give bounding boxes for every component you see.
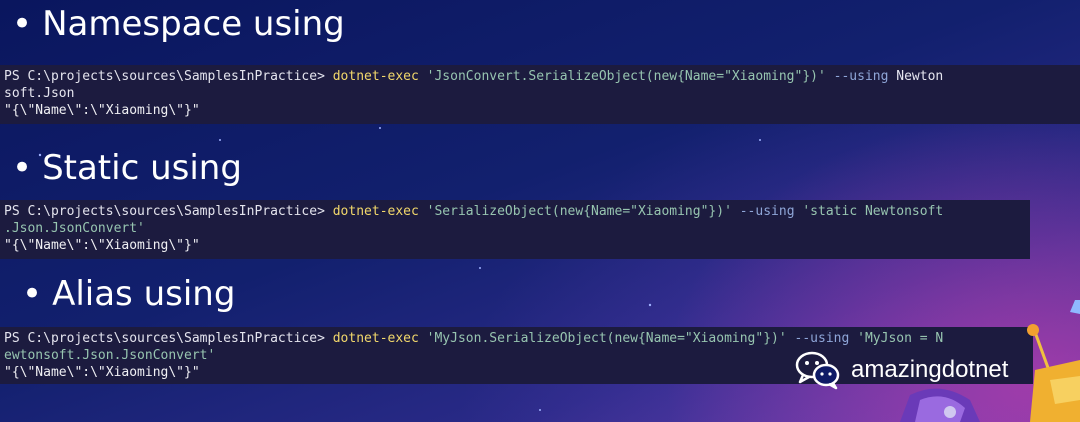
terminal-line: PS C:\projects\sources\SamplesInPractice… [4,330,1029,347]
terminal-token-str: 'static Newtonsoft [794,204,944,219]
section-heading-text: Namespace using [42,4,345,44]
watermark-text: amazingdotnet [851,356,1009,383]
terminal-line: "{\"Name\":\"Xiaoming\"}" [4,102,1076,119]
terminal-token-flag: --using [731,204,795,219]
section-heading-text: Static using [42,148,242,188]
terminal-panel-namespace: PS C:\projects\sources\SamplesInPractice… [0,65,1080,124]
terminal-token-out: "{\"Name\":\"Xiaoming\"}" [4,103,200,118]
bullet-icon: • [22,274,43,314]
terminal-token-flag: --using [825,69,889,84]
terminal-token-str: 'SerializeObject(new{Name="Xiaoming"})' [418,204,732,219]
terminal-token-flag: --using [786,331,850,346]
terminal-token-str: 'JsonConvert.SerializeObject(new{Name="X… [418,69,826,84]
terminal-token-prompt: PS C:\projects\sources\SamplesInPractice… [4,331,333,346]
section-heading-alias: • Alias using [22,274,235,314]
bullet-icon: • [12,4,33,44]
section-heading-namespace: • Namespace using [12,4,345,44]
terminal-token-cmd: dotnet-exec [332,69,419,84]
bullet-icon: • [12,148,33,188]
terminal-token-cmd: dotnet-exec [332,331,419,346]
watermark: amazingdotnet [795,350,1008,390]
terminal-token-str: 'MyJson.SerializeObject(new{Name="Xiaomi… [418,331,787,346]
wechat-icon [795,351,840,390]
terminal-token-cmd: dotnet-exec [332,204,419,219]
terminal-line: PS C:\projects\sources\SamplesInPractice… [4,203,1026,220]
terminal-token-str: ewtonsoft.Json.JsonConvert' [4,348,216,363]
terminal-token-prompt: PS C:\projects\sources\SamplesInPractice… [4,69,333,84]
terminal-line: soft.Json [4,85,1076,102]
terminal-line: PS C:\projects\sources\SamplesInPractice… [4,68,1076,85]
terminal-token-out: "{\"Name\":\"Xiaoming\"}" [4,238,200,253]
terminal-token-plain: Newton [888,69,944,84]
terminal-token-plain: soft.Json [4,86,75,101]
terminal-token-str: .Json.JsonConvert' [4,221,145,236]
terminal-token-prompt: PS C:\projects\sources\SamplesInPractice… [4,204,333,219]
terminal-token-out: "{\"Name\":\"Xiaoming\"}" [4,365,200,380]
section-heading-static: • Static using [12,148,242,188]
section-heading-text: Alias using [52,274,236,314]
terminal-panel-static: PS C:\projects\sources\SamplesInPractice… [0,200,1030,259]
terminal-line: .Json.JsonConvert' [4,220,1026,237]
terminal-line: "{\"Name\":\"Xiaoming\"}" [4,237,1026,254]
